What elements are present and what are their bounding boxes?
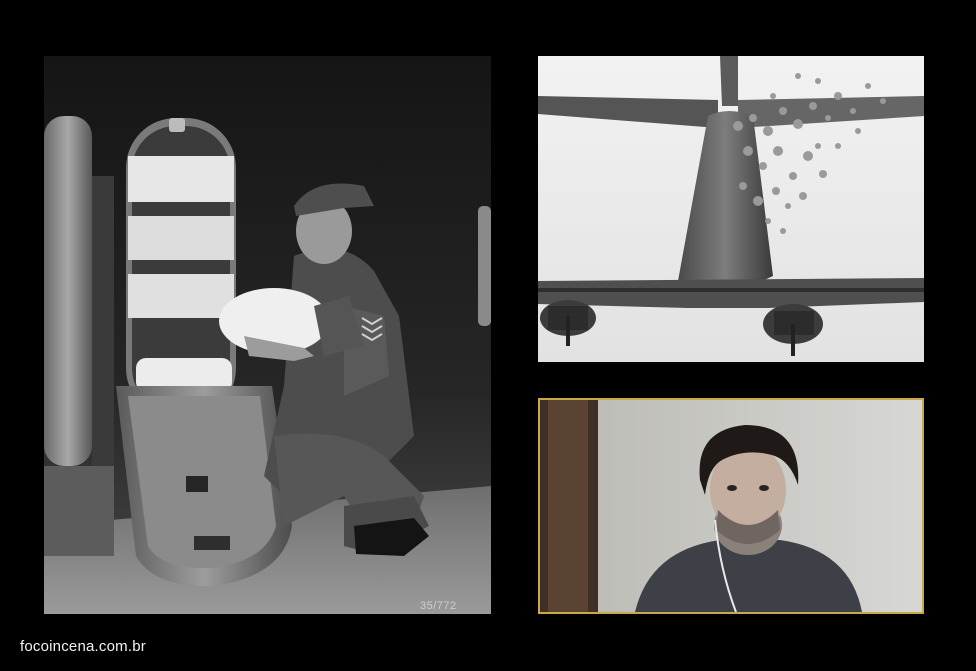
site-url-footer[interactable]: focoincena.com.br: [20, 638, 146, 655]
video-participant-illustration: [540, 400, 922, 612]
video-call-frame: [538, 398, 924, 614]
plane-dropping-leaflets-illustration: [538, 56, 924, 362]
photo-negative-number: 35/772: [420, 600, 457, 612]
archival-photo-plane-leaflets: [538, 56, 924, 362]
archival-photo-soldier: 35/772: [44, 56, 491, 614]
soldier-leaflet-bomb-illustration: [44, 56, 491, 614]
